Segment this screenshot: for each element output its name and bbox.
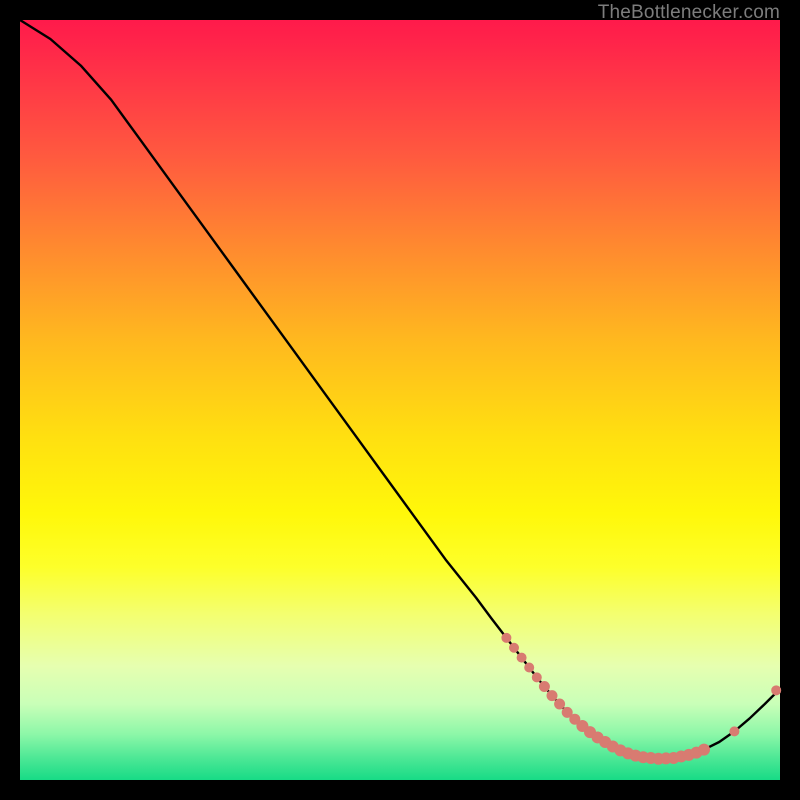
chart-frame: TheBottlenecker.com [20, 20, 780, 780]
highlight-dot [772, 686, 781, 695]
highlight-dot [539, 682, 549, 692]
highlight-dot [502, 633, 511, 642]
highlight-dot [555, 699, 565, 709]
highlight-dot [547, 691, 557, 701]
curve-line [20, 20, 780, 759]
highlight-dot [517, 653, 526, 662]
chart-svg [20, 20, 780, 780]
highlight-dot [510, 643, 519, 652]
highlight-dot [532, 673, 541, 682]
highlight-dot [699, 744, 710, 755]
highlight-dot [730, 727, 739, 736]
highlight-dot [525, 663, 534, 672]
highlight-dots [502, 633, 781, 764]
